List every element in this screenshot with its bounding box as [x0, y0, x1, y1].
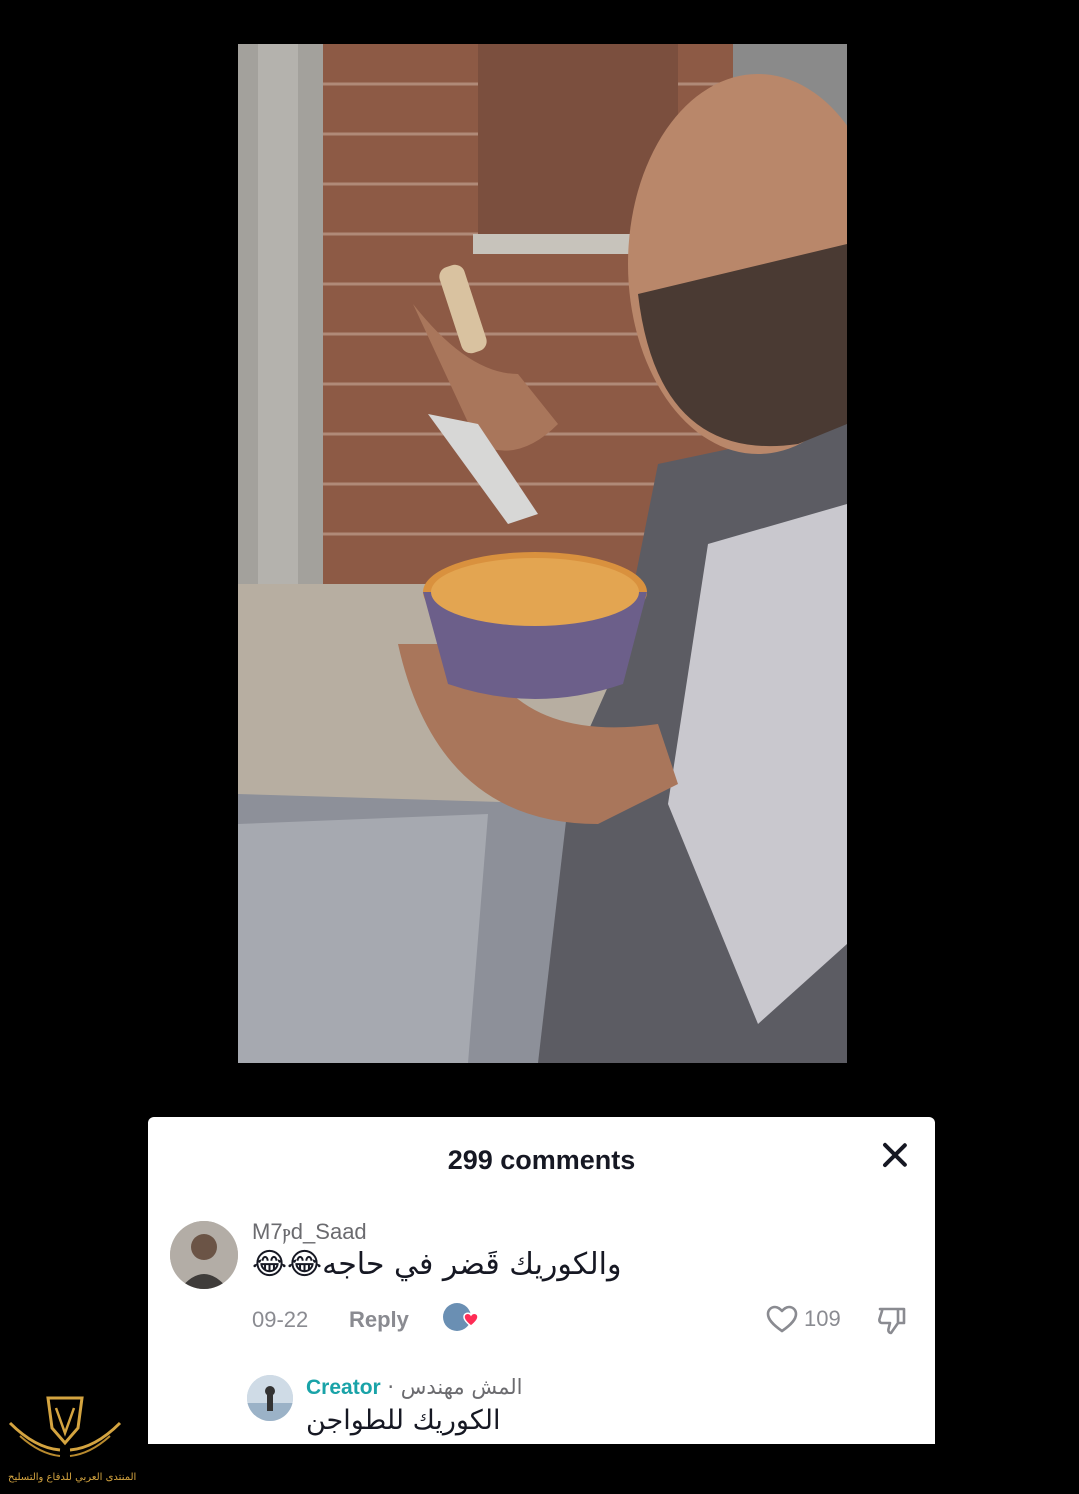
creator-liked-icon	[442, 1301, 482, 1335]
comments-panel: 299 comments M7ⲣd_Saad والكوريك قَضر في …	[148, 1117, 935, 1444]
reply-username[interactable]: المش مهندس	[401, 1375, 523, 1399]
close-icon[interactable]	[881, 1141, 909, 1169]
watermark-text: المنتدى العربي للدفاع والتسليح	[8, 1472, 137, 1483]
reply-separator: ·	[380, 1375, 401, 1399]
comment-username[interactable]: M7ⲣd_Saad	[252, 1219, 367, 1245]
like-count: 109	[804, 1306, 841, 1331]
photo-illustration	[238, 44, 847, 1063]
avatar[interactable]	[170, 1221, 238, 1289]
like-button[interactable]: 109	[766, 1305, 841, 1333]
creator-badge: Creator	[306, 1376, 381, 1399]
video-photo	[238, 44, 847, 1063]
heart-outline-icon	[766, 1305, 798, 1333]
comment-text: والكوريك قَضر في حاجه😂😂	[252, 1247, 622, 1282]
reply-button[interactable]: Reply	[349, 1307, 409, 1333]
reply-text: الكوريك للطواجن	[306, 1405, 501, 1436]
thumbs-down-icon[interactable]	[876, 1305, 908, 1335]
creator-avatar[interactable]	[247, 1375, 293, 1421]
comment-date: 09-22	[252, 1307, 309, 1332]
comments-count-title: 299 comments	[447, 1145, 636, 1175]
reply-header: Creator · المش مهندس	[306, 1375, 522, 1400]
